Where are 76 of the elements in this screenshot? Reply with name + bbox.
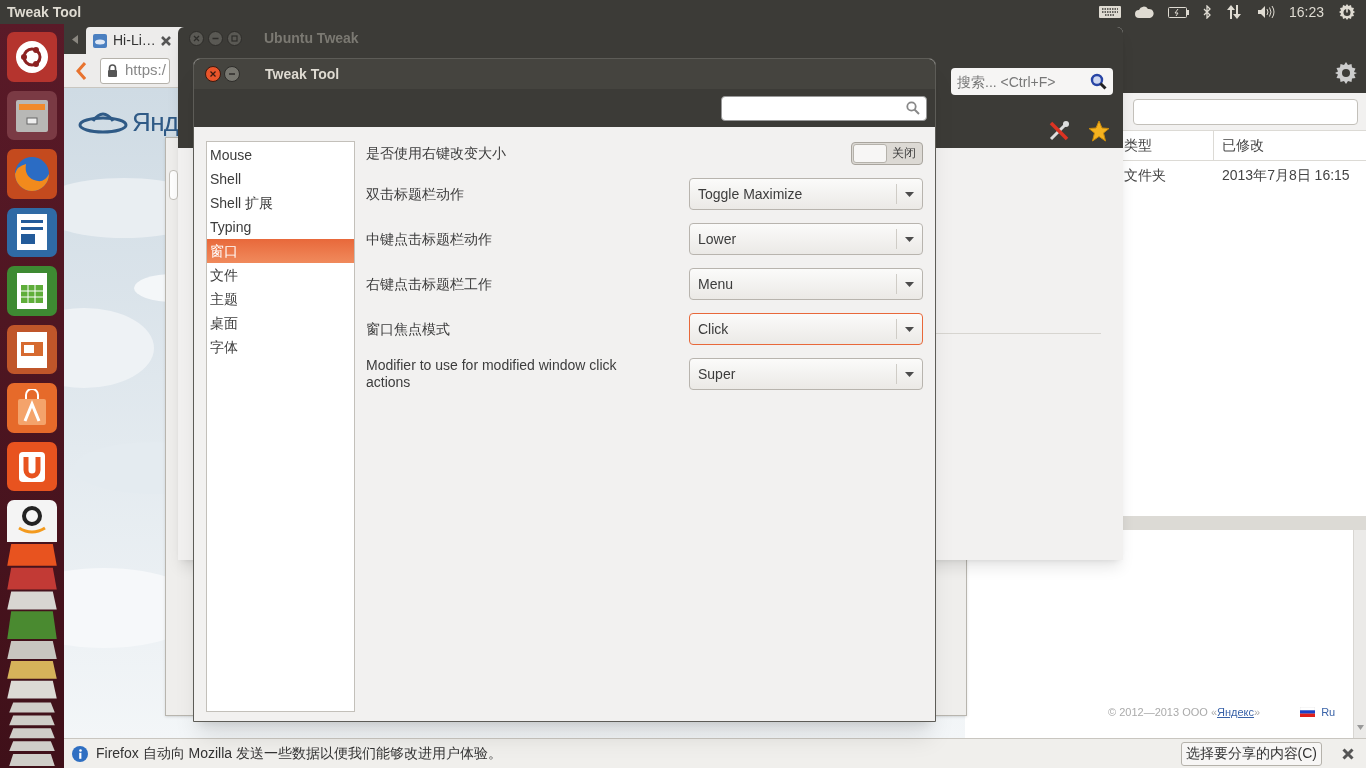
window-title: Tweak Tool: [265, 64, 340, 84]
spreadsheet-icon[interactable]: [7, 266, 57, 316]
language-link[interactable]: Ru: [1321, 704, 1336, 721]
flag-icon: [1300, 707, 1316, 718]
caret-icon: [905, 326, 914, 332]
category-item[interactable]: Mouse: [207, 143, 354, 167]
window-title: Ubuntu Tweak: [264, 29, 359, 48]
volume-icon[interactable]: [1256, 5, 1275, 19]
notification-message: Firefox 自动向 Mozilla 发送一些数据以便我们能够改进用户体验。: [96, 744, 504, 763]
presentation-icon[interactable]: [7, 324, 57, 375]
shopping-bag-icon[interactable]: [7, 383, 57, 433]
close-icon[interactable]: [160, 35, 171, 46]
column-header[interactable]: 已修改: [1214, 131, 1366, 160]
dropdown[interactable]: Click: [689, 313, 923, 345]
dropdown[interactable]: Toggle Maximize: [689, 178, 923, 210]
setting-label: 中键点击标题栏动作: [366, 230, 493, 248]
cloud-icon[interactable]: [1134, 6, 1154, 18]
category-item[interactable]: Shell 扩展: [207, 191, 354, 215]
lock-icon: [107, 64, 118, 77]
document-icon[interactable]: [7, 207, 57, 258]
folded-icons-drawing[interactable]: [5, 542, 59, 768]
copyright-text: © 2012—2013 ООО «Яндекс»: [1108, 705, 1261, 720]
info-icon: [72, 745, 88, 762]
setting-label: 右键点击标题栏工作: [366, 275, 493, 293]
tools-icon[interactable]: [1048, 120, 1070, 142]
setting-label: 双击标题栏动作: [366, 185, 465, 203]
setting-label: Modifier to use for modified window click actions: [366, 357, 618, 391]
category-item[interactable]: 桌面: [207, 311, 354, 335]
close-icon[interactable]: [205, 66, 221, 82]
bluetooth-icon[interactable]: [1202, 5, 1211, 19]
back-icon[interactable]: [76, 61, 86, 80]
category-item[interactable]: 主题: [207, 287, 354, 311]
search-field[interactable]: [721, 95, 927, 121]
scrollbar[interactable]: [1353, 530, 1366, 738]
close-icon[interactable]: [1342, 747, 1354, 760]
category-item[interactable]: Shell: [207, 167, 354, 191]
tab-title: Hi-Li…: [113, 31, 156, 50]
site-link[interactable]: Яндекс: [1217, 706, 1254, 718]
browser-icon[interactable]: [7, 149, 57, 199]
clock[interactable]: 16:23: [1288, 1, 1324, 23]
search-icon: [906, 101, 920, 115]
setting-label: 是否使用右键改变大小: [366, 144, 507, 162]
search-field[interactable]: [1133, 98, 1358, 125]
ubuntu-logo-icon[interactable]: [7, 32, 57, 82]
file-cabinet-icon[interactable]: [7, 90, 57, 141]
battery-icon[interactable]: [1167, 6, 1189, 18]
toggle-switch[interactable]: 关闭: [851, 141, 923, 165]
power-gear-icon[interactable]: [1338, 3, 1356, 21]
scroll-left-icon[interactable]: [72, 35, 78, 44]
site-logo-text: Янд: [132, 105, 179, 139]
page-icon: [92, 32, 108, 49]
star-icon[interactable]: [1088, 120, 1110, 142]
share-choice-button[interactable]: 选择要分享的内容(C): [1180, 741, 1322, 766]
table-cell-text: 2013年7月8日 16:15: [1221, 165, 1351, 185]
app-title: Tweak Tool: [7, 2, 83, 22]
caret-icon: [905, 371, 914, 377]
url-text: https:/: [125, 60, 166, 81]
network-arrows-icon[interactable]: [1224, 5, 1243, 19]
dropdown[interactable]: Super: [689, 358, 923, 390]
category-item[interactable]: 文件: [207, 263, 354, 287]
category-item[interactable]: Typing: [207, 215, 354, 239]
search-icon[interactable]: [1090, 73, 1107, 90]
category-item[interactable]: 字体: [207, 335, 354, 359]
dropdown[interactable]: Lower: [689, 223, 923, 255]
caret-icon: [905, 236, 914, 242]
switch-state-text: 关闭: [891, 145, 917, 162]
caret-icon: [905, 191, 914, 197]
settings-icon[interactable]: [1334, 61, 1358, 85]
keyboard-icon[interactable]: [1098, 6, 1121, 18]
dropdown[interactable]: Menu: [689, 268, 923, 300]
caret-icon: [905, 281, 914, 287]
table-cell-text: 文件夹: [1123, 165, 1167, 185]
url-field[interactable]: https:/: [100, 57, 170, 84]
setting-label: 窗口焦点模式: [366, 320, 451, 338]
minimize-icon[interactable]: [224, 66, 240, 82]
search-field[interactable]: 搜索... <Ctrl+F>: [951, 68, 1113, 95]
